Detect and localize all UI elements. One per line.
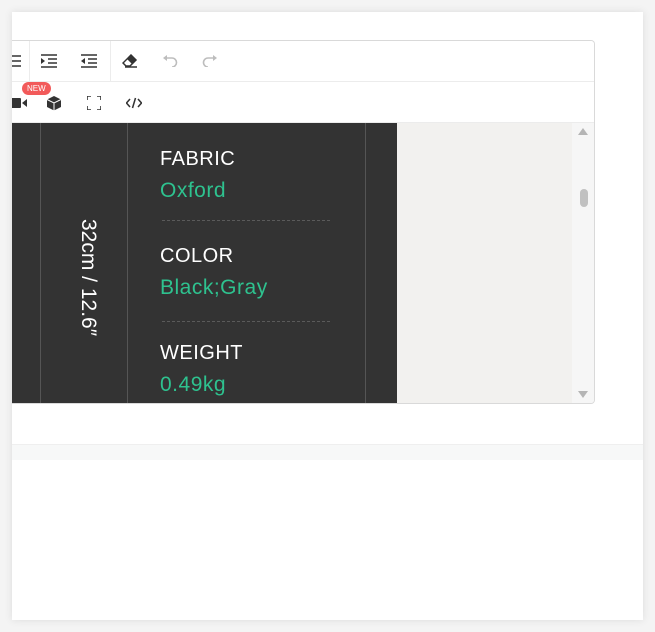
video-icon[interactable]	[12, 90, 32, 116]
section-divider	[12, 444, 643, 460]
dimension-label: 32cm / 12.6″	[77, 219, 100, 337]
scrollbar-thumb[interactable]	[580, 189, 588, 207]
rich-text-editor: NEW 32cm / 12.6″ FABRIC Oxford COLOR Bla…	[12, 40, 595, 404]
redo-icon[interactable]	[197, 48, 223, 74]
fullscreen-icon[interactable]	[81, 90, 107, 116]
list-icon[interactable]	[12, 48, 26, 74]
divider-line	[127, 123, 128, 403]
spec-color: COLOR Black;Gray	[160, 244, 360, 301]
product-spec-panel: 32cm / 12.6″ FABRIC Oxford COLOR Black;G…	[12, 123, 397, 403]
toolbar-separator	[110, 41, 111, 81]
editor-content[interactable]: 32cm / 12.6″ FABRIC Oxford COLOR Black;G…	[12, 123, 594, 403]
divider-line	[40, 123, 41, 403]
spec-value: Oxford	[160, 179, 227, 202]
spec-weight: WEIGHT 0.49kg	[160, 341, 360, 398]
indent-icon[interactable]	[36, 48, 62, 74]
spec-label: WEIGHT	[160, 342, 243, 364]
dashed-divider	[162, 220, 330, 221]
toolbar-row-1	[12, 41, 594, 82]
spec-label: FABRIC	[160, 148, 236, 170]
page-card: NEW 32cm / 12.6″ FABRIC Oxford COLOR Bla…	[12, 12, 643, 620]
toolbar-separator	[29, 41, 30, 81]
spec-value: 0.49kg	[160, 373, 227, 396]
outdent-icon[interactable]	[76, 48, 102, 74]
undo-icon[interactable]	[157, 48, 183, 74]
divider-line	[365, 123, 366, 403]
vertical-scrollbar[interactable]	[572, 123, 594, 403]
clear-format-icon[interactable]	[117, 48, 143, 74]
spec-fabric: FABRIC Oxford	[160, 147, 360, 204]
spec-value: Black;Gray	[160, 276, 268, 299]
scroll-up-arrow-icon[interactable]	[578, 128, 588, 135]
spec-label: COLOR	[160, 245, 234, 267]
toolbar-row-2: NEW	[12, 82, 594, 123]
scroll-down-arrow-icon[interactable]	[578, 391, 588, 398]
code-view-icon[interactable]	[121, 90, 147, 116]
cube-icon[interactable]	[41, 90, 67, 116]
dashed-divider	[162, 321, 330, 322]
